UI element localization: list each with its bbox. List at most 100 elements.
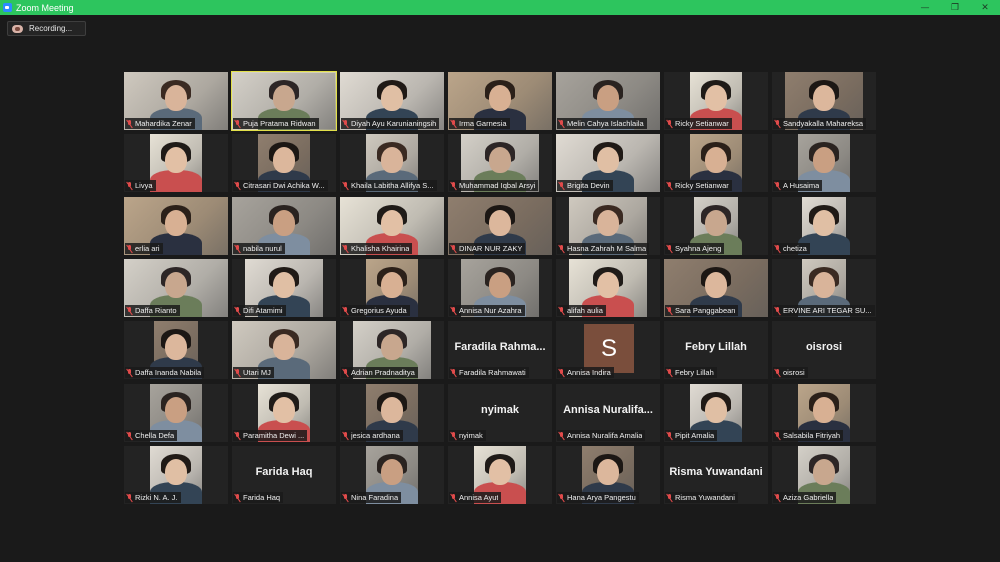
participant-tile[interactable]: Ricky Setianwar bbox=[664, 72, 768, 130]
participant-tile[interactable]: jesica ardhana bbox=[340, 384, 444, 442]
participant-tile[interactable]: Muhammad Iqbal Arsyi bbox=[448, 134, 552, 192]
maximize-button[interactable]: ❐ bbox=[940, 0, 970, 15]
participant-label: Khalisha Khairina bbox=[341, 243, 413, 254]
participant-display-name: Risma Yuwandani bbox=[669, 466, 763, 478]
face-shape bbox=[597, 209, 619, 236]
participant-tile[interactable]: S Annisa Indira bbox=[556, 321, 660, 379]
participant-name: Daffa Rianto bbox=[135, 306, 177, 315]
participant-tile[interactable]: Faradila Rahma... Faradila Rahmawati bbox=[448, 321, 552, 379]
participant-display-name: Faradila Rahma... bbox=[454, 341, 546, 353]
participant-name: erlia ari bbox=[135, 244, 160, 253]
face-shape bbox=[381, 146, 403, 173]
participant-tile[interactable]: Puja Pratama Ridwan bbox=[231, 71, 337, 131]
face-shape bbox=[165, 146, 187, 173]
face-shape bbox=[165, 333, 187, 360]
participant-tile[interactable]: A Husaima bbox=[772, 134, 876, 192]
muted-mic-icon bbox=[234, 181, 241, 190]
close-button[interactable]: ✕ bbox=[970, 0, 1000, 15]
participant-tile[interactable]: Khaila Labitha Allifya S... bbox=[340, 134, 444, 192]
muted-mic-icon bbox=[666, 181, 673, 190]
participant-name: Gregorius Ayuda bbox=[351, 306, 407, 315]
participant-tile[interactable]: Mahardika Zenar bbox=[124, 72, 228, 130]
participant-tile[interactable]: Hana Arya Pangestu bbox=[556, 446, 660, 504]
face-shape bbox=[813, 396, 835, 423]
participant-label: Annisa Indira bbox=[557, 367, 614, 378]
muted-mic-icon bbox=[450, 431, 457, 440]
muted-mic-icon bbox=[234, 493, 241, 502]
participant-tile[interactable]: oisrosi oisrosi bbox=[772, 321, 876, 379]
participant-tile[interactable]: Salsabila Fitriyah bbox=[772, 384, 876, 442]
face-shape bbox=[273, 333, 295, 360]
participant-name: Sara Panggabean bbox=[675, 306, 736, 315]
participant-tile[interactable]: nabila nurul bbox=[232, 197, 336, 255]
participant-label: oisrosi bbox=[773, 367, 808, 378]
participant-label: Utari MJ bbox=[233, 367, 274, 378]
participant-label: alifah aulia bbox=[557, 305, 606, 316]
participant-tile[interactable]: Difi Atamimi bbox=[232, 259, 336, 317]
participant-tile[interactable]: nyimak nyimak bbox=[448, 384, 552, 442]
participant-tile[interactable]: alifah aulia bbox=[556, 259, 660, 317]
participant-tile[interactable]: Daffa Rianto bbox=[124, 259, 228, 317]
face-shape bbox=[165, 271, 187, 298]
participant-tile[interactable]: Diyah Ayu Karunianingsih bbox=[340, 72, 444, 130]
face-shape bbox=[381, 333, 403, 360]
participant-label: Ricky Setianwar bbox=[665, 180, 732, 191]
minimize-button[interactable]: — bbox=[910, 0, 940, 15]
face-shape bbox=[165, 458, 187, 485]
participant-tile[interactable]: DINAR NUR ZAKY bbox=[448, 197, 552, 255]
participant-tile[interactable]: Aziza Gabriella bbox=[772, 446, 876, 504]
participant-label: Syahna Ajeng bbox=[665, 243, 725, 254]
participant-label: Paramitha Dewi ... bbox=[233, 430, 308, 441]
face-shape bbox=[813, 209, 835, 236]
participant-label: Salsabila Fitriyah bbox=[773, 430, 844, 441]
participant-tile[interactable]: Adrian Pradnaditya bbox=[340, 321, 444, 379]
participant-tile[interactable]: Citrasari Dwi Achika W... bbox=[232, 134, 336, 192]
participant-label: Pipit Amalia bbox=[665, 430, 718, 441]
participant-tile[interactable]: Khalisha Khairina bbox=[340, 197, 444, 255]
participant-tile[interactable]: Rizki N. A. J. bbox=[124, 446, 228, 504]
participant-tile[interactable]: Brigita Devin bbox=[556, 134, 660, 192]
participant-tile[interactable]: Farida Haq Farida Haq bbox=[232, 446, 336, 504]
participant-tile[interactable]: Syahna Ajeng bbox=[664, 197, 768, 255]
participant-name: ERVINE ARI TEGAR SU... bbox=[783, 306, 872, 315]
participant-tile[interactable]: Nina Faradina bbox=[340, 446, 444, 504]
participant-tile[interactable]: Utari MJ bbox=[232, 321, 336, 379]
participant-label: Chella Defa bbox=[125, 430, 178, 441]
participant-tile[interactable]: Febry Lillah Febry Lillah bbox=[664, 321, 768, 379]
participant-tile[interactable]: Pipit Amalia bbox=[664, 384, 768, 442]
participant-tile[interactable]: Sara Panggabean bbox=[664, 259, 768, 317]
participant-tile[interactable]: Daffa Inanda Nabila bbox=[124, 321, 228, 379]
participant-label: Gregorius Ayuda bbox=[341, 305, 410, 316]
participant-video bbox=[150, 134, 202, 192]
participant-label: Farida Haq bbox=[233, 492, 284, 503]
participant-tile[interactable]: Ricky Setianwar bbox=[664, 134, 768, 192]
window-titlebar: Zoom Meeting — ❐ ✕ bbox=[0, 0, 1000, 15]
participant-name: Utari MJ bbox=[243, 368, 271, 377]
participant-tile[interactable]: ERVINE ARI TEGAR SU... bbox=[772, 259, 876, 317]
participant-tile[interactable]: Livya bbox=[124, 134, 228, 192]
participant-tile[interactable]: chetiza bbox=[772, 197, 876, 255]
participant-label: Hana Arya Pangestu bbox=[557, 492, 639, 503]
participant-name: Aziza Gabriella bbox=[783, 493, 834, 502]
participant-label: Irma Garnesia bbox=[449, 118, 510, 129]
participant-tile[interactable]: Chella Defa bbox=[124, 384, 228, 442]
participant-tile[interactable]: Annisa Nuralifa... Annisa Nuralifa Amalia bbox=[556, 384, 660, 442]
participant-tile[interactable]: Hasna Zahrah M Salma bbox=[556, 197, 660, 255]
muted-mic-icon bbox=[126, 119, 133, 128]
face-shape bbox=[705, 209, 727, 236]
participant-tile[interactable]: erlia ari bbox=[124, 197, 228, 255]
participant-tile[interactable]: Gregorius Ayuda bbox=[340, 259, 444, 317]
participant-tile[interactable]: Paramitha Dewi ... bbox=[232, 384, 336, 442]
participant-tile[interactable]: Annisa Ayut bbox=[448, 446, 552, 504]
muted-mic-icon bbox=[666, 368, 673, 377]
participant-tile[interactable]: Melin Cahya Islachlaila bbox=[556, 72, 660, 130]
participant-tile[interactable]: Annisa Nur Azahra bbox=[448, 259, 552, 317]
muted-mic-icon bbox=[450, 306, 457, 315]
participant-name: Ricky Setianwar bbox=[675, 181, 729, 190]
participant-label: Sandyakalla Mahareksa bbox=[773, 118, 867, 129]
participant-label: Adrian Pradnaditya bbox=[341, 367, 418, 378]
recording-indicator[interactable]: Recording... bbox=[7, 21, 86, 36]
participant-tile[interactable]: Sandyakalla Mahareksa bbox=[772, 72, 876, 130]
participant-tile[interactable]: Risma Yuwandani Risma Yuwandani bbox=[664, 446, 768, 504]
participant-tile[interactable]: Irma Garnesia bbox=[448, 72, 552, 130]
